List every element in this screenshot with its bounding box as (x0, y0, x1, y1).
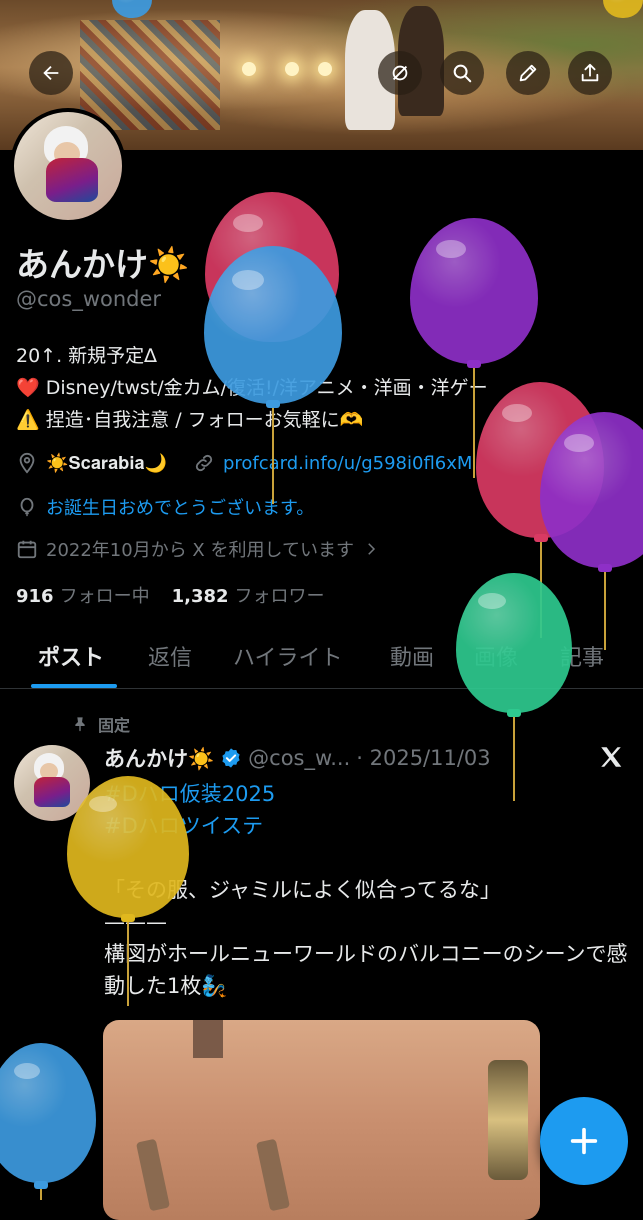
balloon-knot (534, 534, 548, 542)
banner-rug (80, 20, 220, 130)
profile-handle: @cos_wonder (16, 287, 162, 311)
joined-text: 2022年10月から X を利用しています (46, 540, 354, 561)
calendar-icon (17, 540, 37, 559)
post-date[interactable]: · 2025/11/03 (356, 746, 490, 770)
followers-count: 1,382 (171, 586, 229, 607)
x-logo-icon (601, 747, 622, 767)
media-log (255, 1138, 291, 1212)
post-author-avatar[interactable] (14, 745, 90, 821)
profile-avatar[interactable] (10, 108, 126, 224)
tab-articles[interactable]: 記事 (560, 640, 604, 672)
chevron-right-icon (368, 543, 376, 555)
post-line (104, 842, 634, 874)
share-icon (581, 63, 599, 82)
post-media-image[interactable] (103, 1020, 540, 1220)
back-button[interactable] (29, 51, 73, 95)
bio-line: ⚠️ 捏造･自我注意 / フォローお気軽に🫶 (16, 409, 364, 431)
website-link[interactable]: profcard.info/u/g598i0fl6xM (223, 453, 472, 474)
hide-spaces-icon (392, 65, 408, 81)
hashtag-link[interactable]: #Dハロ仮装2025 (104, 778, 634, 810)
back-arrow-icon (43, 65, 59, 81)
balloon-shine (14, 1063, 40, 1079)
plus-icon (570, 1127, 598, 1155)
post-text: #Dハロ仮装2025 #Dハロツイステ 「その服、ジャミルによく似合ってるな」 … (104, 778, 634, 1002)
post-line: 構図がホールニューワールドのバルコニーのシーンで感動した1枚🧞 (104, 942, 628, 998)
banner-lamp (318, 62, 332, 76)
follow-stats: 916 フォロー中 1,382 フォロワー (16, 582, 325, 608)
balloon-knot (598, 564, 612, 572)
hide-spaces-button[interactable] (378, 51, 422, 95)
post-line: ——— (104, 910, 167, 934)
pinned-label-row: 固定 (72, 712, 130, 736)
followers-stat[interactable]: 1,382 フォロワー (172, 582, 325, 608)
following-count: 916 (16, 586, 54, 607)
balloon-string (40, 1189, 42, 1200)
edit-pen-icon (519, 64, 537, 82)
avatar-scarf (46, 158, 98, 202)
hashtag-link[interactable]: #Dハロツイステ (104, 810, 634, 842)
birthday-text[interactable]: お誕生日おめでとうございます。 (46, 494, 314, 520)
search-button[interactable] (440, 51, 484, 95)
balloon-shine (233, 214, 263, 232)
avatar-scarf (34, 777, 70, 807)
search-icon (453, 64, 472, 83)
balloon-shine (436, 240, 466, 258)
location-pin-icon (19, 452, 35, 474)
media-window (193, 1020, 223, 1058)
balloon-string (540, 542, 542, 638)
banner-lamp (285, 62, 299, 76)
link-icon (195, 454, 213, 472)
birthday-balloon (0, 1043, 96, 1200)
followers-label: フォロワー (234, 586, 325, 607)
birthday-row: お誕生日おめでとうございます。 (16, 494, 314, 520)
location-text: ☀️𝐒𝐜𝐚𝐫𝐚𝐛𝐢𝐚🌙 (46, 452, 167, 474)
media-log (135, 1138, 171, 1212)
banner-lamp (242, 62, 256, 76)
profile-tabs: ポスト 返信 ハイライト 動画 画像 記事 (0, 628, 643, 689)
following-stat[interactable]: 916 フォロー中 (16, 582, 150, 608)
share-button[interactable] (568, 51, 612, 95)
balloon-icon (20, 497, 34, 517)
pin-icon (75, 717, 85, 732)
profile-bio: 20↑. 新規予定∆ ❤️ Disney/twst/金カム/復活!/洋アニメ・洋… (16, 340, 636, 436)
balloon-shine (478, 593, 506, 609)
bio-line: 20↑. 新規予定∆ (16, 345, 157, 367)
balloon-shine (232, 270, 264, 290)
post-header: あんかけ☀️ @cos_w... · 2025/11/03 (104, 743, 491, 773)
tab-highlights[interactable]: ハイライト (233, 640, 343, 672)
following-label: フォロー中 (59, 586, 150, 607)
post-line: 「その服、ジャミルによく似合ってるな」 (104, 878, 501, 902)
display-name: あんかけ☀️ (16, 245, 190, 284)
post-author-handle[interactable]: @cos_w... (248, 746, 350, 770)
bio-line: ❤️ Disney/twst/金カム/復活!/洋アニメ・洋画・洋ゲー (16, 377, 488, 399)
media-lantern (488, 1060, 528, 1180)
active-tab-indicator (31, 684, 117, 688)
edit-button[interactable] (506, 51, 550, 95)
post-author-name[interactable]: あんかけ☀️ (104, 743, 214, 773)
tab-images[interactable]: 画像 (474, 640, 518, 672)
balloon-body (0, 1043, 96, 1183)
balloon-knot (34, 1181, 48, 1189)
compose-post-button[interactable] (540, 1097, 628, 1185)
tab-replies[interactable]: 返信 (148, 640, 192, 672)
location-website-row: ☀️𝐒𝐜𝐚𝐫𝐚𝐛𝐢𝐚🌙 profcard.info/u/g598i0fl6xM (16, 452, 472, 474)
profile-name-row: あんかけ☀️ (16, 238, 189, 286)
tab-videos[interactable]: 動画 (390, 640, 434, 672)
balloon-body (205, 192, 339, 342)
joined-row[interactable]: 2022年10月から X を利用しています (16, 536, 380, 562)
verified-badge-icon (222, 748, 240, 768)
balloon-knot (507, 709, 521, 717)
pinned-label: 固定 (98, 716, 131, 735)
birthday-balloon (540, 412, 643, 652)
tab-posts[interactable]: ポスト (38, 640, 104, 672)
balloon-shine (564, 434, 594, 452)
